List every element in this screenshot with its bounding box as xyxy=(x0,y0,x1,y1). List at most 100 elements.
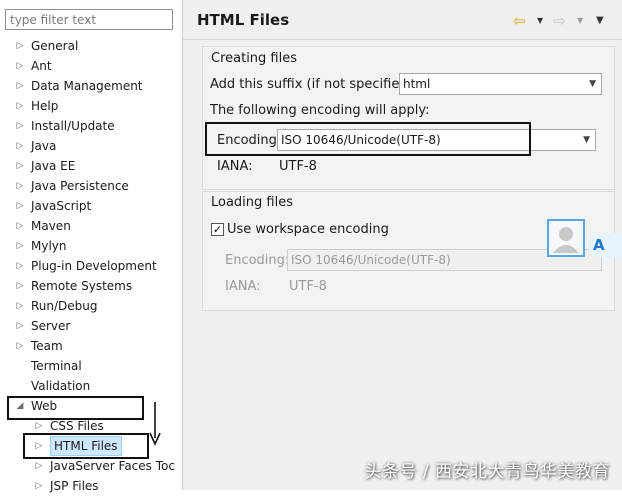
tree-item-plug-in-development[interactable]: ▷ Plug-in Development xyxy=(0,256,180,276)
tree-item-general[interactable]: ▷ General xyxy=(0,36,180,56)
expanded-twisty-icon[interactable]: ◢ xyxy=(14,396,26,416)
collapsed-twisty-icon[interactable]: ▷ xyxy=(14,336,26,356)
back-arrow-icon[interactable]: ⇦ xyxy=(513,12,526,30)
collapsed-twisty-icon[interactable]: ▷ xyxy=(14,196,26,216)
suffix-select[interactable]: html ▼ xyxy=(399,73,602,95)
tree-item-label: Maven xyxy=(31,219,71,233)
chevron-down-icon: ▼ xyxy=(589,79,596,89)
tree-item-label: General xyxy=(31,39,79,53)
encoding-label: Encoding: xyxy=(217,133,282,148)
forward-arrow-icon[interactable]: ⇨ xyxy=(553,12,566,30)
tree-item-label: Install/Update xyxy=(31,119,115,133)
tree-item-label: Data Management xyxy=(31,79,143,93)
suffix-label: Add this suffix (if not specified): xyxy=(210,77,418,92)
collapsed-twisty-icon[interactable]: ▷ xyxy=(14,156,26,176)
collapsed-twisty-icon[interactable]: ▷ xyxy=(14,296,26,316)
collapsed-twisty-icon[interactable]: ▷ xyxy=(14,36,26,56)
loading-iana-value: UTF-8 xyxy=(289,279,327,294)
back-dropdown-icon[interactable]: ▼ xyxy=(537,12,543,30)
tree-item-run-debug[interactable]: ▷ Run/Debug xyxy=(0,296,180,316)
use-workspace-encoding-checkbox[interactable]: ✓ xyxy=(211,223,224,236)
tree-item-team[interactable]: ▷ Team xyxy=(0,336,180,356)
collapsed-twisty-icon[interactable]: ▷ xyxy=(33,416,45,436)
tree-item-jsp-files[interactable]: ▷ JSP Files xyxy=(0,476,180,496)
tree-item-javascript[interactable]: ▷ JavaScript xyxy=(0,196,180,216)
collapsed-twisty-icon[interactable]: ▷ xyxy=(33,476,45,496)
tree-item-validation[interactable]: Validation xyxy=(0,376,180,396)
user-avatar-icon xyxy=(553,227,579,253)
collapsed-twisty-icon[interactable]: ▷ xyxy=(14,256,26,276)
avatar[interactable] xyxy=(547,219,585,257)
collapsed-twisty-icon[interactable]: ▷ xyxy=(14,76,26,96)
loading-encoding-label: Encoding: xyxy=(225,253,290,268)
forward-dropdown-icon[interactable]: ▼ xyxy=(577,12,583,30)
tree-item-java-persistence[interactable]: ▷ Java Persistence xyxy=(0,176,180,196)
tree-item-install-update[interactable]: ▷ Install/Update xyxy=(0,116,180,136)
tree-item-data-management[interactable]: ▷ Data Management xyxy=(0,76,180,96)
tree-item-label: Java xyxy=(31,139,57,153)
tree-item-terminal[interactable]: Terminal xyxy=(0,356,180,376)
loading-encoding-value: ISO 10646/Unicode(UTF-8) xyxy=(291,253,451,267)
tree-item-remote-systems[interactable]: ▷ Remote Systems xyxy=(0,276,180,296)
collapsed-twisty-icon[interactable]: ▷ xyxy=(14,236,26,256)
tree-item-help[interactable]: ▷ Help xyxy=(0,96,180,116)
encoding-select[interactable]: ISO 10646/Unicode(UTF-8) ▼ xyxy=(277,129,596,151)
loading-iana-label: IANA: xyxy=(225,279,261,294)
translate-badge-label: A xyxy=(593,236,605,254)
suffix-select-value: html xyxy=(403,77,431,91)
tree-item-java[interactable]: ▷ Java xyxy=(0,136,180,156)
chevron-down-icon: ▼ xyxy=(583,135,590,145)
tree-item-label: Run/Debug xyxy=(31,299,98,313)
tree-item-label: JavaServer Faces Toc xyxy=(50,459,175,473)
collapsed-twisty-icon[interactable]: ▷ xyxy=(14,316,26,336)
use-workspace-encoding-label[interactable]: Use workspace encoding xyxy=(227,222,389,237)
tree-item-label: Help xyxy=(31,99,59,113)
encoding-note: The following encoding will apply: xyxy=(210,103,430,118)
creating-files-title: Creating files xyxy=(211,51,298,66)
tree-item-label: JSP Files xyxy=(50,479,99,493)
tree-item-label: Mylyn xyxy=(31,239,67,253)
tree-item-label: Plug-in Development xyxy=(31,259,157,273)
filter-input[interactable] xyxy=(5,9,173,30)
collapsed-twisty-icon[interactable]: ▷ xyxy=(14,116,26,136)
tree-item-label: CSS Files xyxy=(50,419,104,433)
tree-item-label: Server xyxy=(31,319,71,333)
title-separator xyxy=(183,39,622,40)
collapsed-twisty-icon[interactable]: ▷ xyxy=(14,216,26,236)
watermark: 头条号 / 西安北大青鸟华美教育 xyxy=(364,462,610,482)
translate-icon[interactable]: A xyxy=(588,233,622,257)
tree-item-maven[interactable]: ▷ Maven xyxy=(0,216,180,236)
tree-item-label: Validation xyxy=(31,379,91,393)
collapsed-twisty-icon[interactable]: ▷ xyxy=(14,96,26,116)
tree-item-label: Terminal xyxy=(31,359,82,373)
page-title: HTML Files xyxy=(197,11,290,29)
annotation-down-arrow xyxy=(149,402,161,446)
tree-item-server[interactable]: ▷ Server xyxy=(0,316,180,336)
collapsed-twisty-icon[interactable]: ▷ xyxy=(14,56,26,76)
tree-item-ant[interactable]: ▷ Ant xyxy=(0,56,180,76)
tree-item-java-ee[interactable]: ▷ Java EE xyxy=(0,156,180,176)
iana-value: UTF-8 xyxy=(279,159,317,174)
tree-item-javaserver-faces-toc[interactable]: ▷ JavaServer Faces Toc xyxy=(0,456,180,476)
collapsed-twisty-icon[interactable]: ▷ xyxy=(33,436,45,456)
iana-label: IANA: xyxy=(217,159,253,174)
tree-item-mylyn[interactable]: ▷ Mylyn xyxy=(0,236,180,256)
tree-item-label: Java Persistence xyxy=(31,179,129,193)
encoding-select-value: ISO 10646/Unicode(UTF-8) xyxy=(281,133,441,147)
collapsed-twisty-icon[interactable]: ▷ xyxy=(14,136,26,156)
tree-item-label: JavaScript xyxy=(31,199,92,213)
collapsed-twisty-icon[interactable]: ▷ xyxy=(33,456,45,476)
tree-item-label: HTML Files xyxy=(50,436,122,456)
tree-item-label: Team xyxy=(31,339,63,353)
preference-page: HTML Files ⇦ ▼ ⇨ ▼ ▼ Creating files Add … xyxy=(183,0,622,490)
loading-files-title: Loading files xyxy=(211,195,293,210)
collapsed-twisty-icon[interactable]: ▷ xyxy=(14,176,26,196)
view-menu-icon[interactable]: ▼ xyxy=(596,12,604,30)
tree-item-label: Ant xyxy=(31,59,52,73)
collapsed-twisty-icon[interactable]: ▷ xyxy=(14,276,26,296)
tree-item-label: Remote Systems xyxy=(31,279,133,293)
creating-files-group: Creating files Add this suffix (if not s… xyxy=(202,46,615,190)
tree-item-label: Web xyxy=(31,399,58,413)
